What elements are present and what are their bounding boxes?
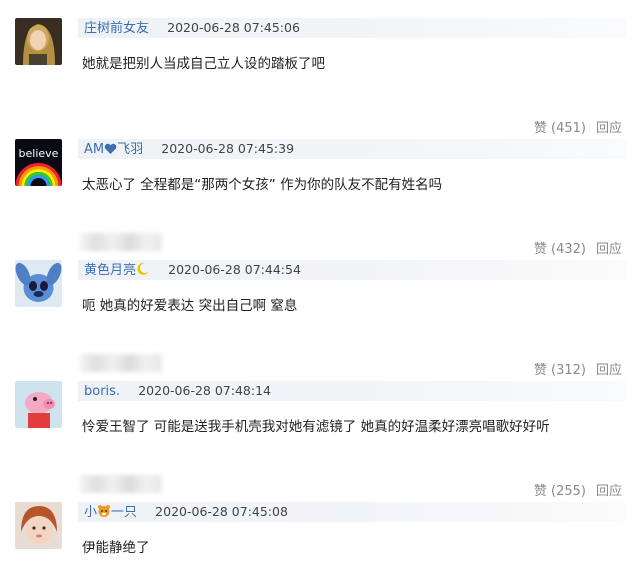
- comment-text: 她就是把别人当成自己立人设的踏板了吧: [82, 56, 325, 72]
- blurred-area: [80, 233, 162, 251]
- comment-actions: 赞 (432) 回应: [534, 238, 622, 257]
- username-text: 黄色月亮: [84, 263, 137, 278]
- like-button[interactable]: 赞 (312): [534, 363, 586, 378]
- username-prefix: 小: [84, 505, 98, 520]
- reply-button[interactable]: 回应: [596, 242, 622, 257]
- user-avatar-icon: believe: [15, 139, 62, 186]
- heart-icon: [104, 142, 117, 162]
- comment-item: boris. 2020-06-28 07:48:14 怜爱王智了 可能是送我手机…: [0, 381, 640, 502]
- comment-item: 庄树前女友 2020-06-28 07:45:06 她就是把别人当成自己立人设的…: [0, 18, 640, 139]
- comment-meta: 黄色月亮 2020-06-28 07:44:54: [78, 260, 626, 280]
- timestamp: 2020-06-28 07:45:06: [167, 20, 300, 35]
- username-link[interactable]: 黄色月亮: [84, 262, 150, 278]
- user-avatar-icon: [15, 260, 62, 307]
- comment-meta: 庄树前女友 2020-06-28 07:45:06: [78, 18, 626, 38]
- user-avatar-icon: [15, 18, 62, 65]
- avatar[interactable]: [15, 18, 62, 65]
- comment-meta: boris. 2020-06-28 07:48:14: [78, 381, 626, 401]
- blurred-area: [80, 475, 162, 493]
- username-link[interactable]: 庄树前女友: [84, 21, 149, 36]
- comment-text: 太恶心了 全程都是“那两个女孩” 作为你的队友不配有姓名吗: [82, 177, 443, 193]
- like-button[interactable]: 赞 (255): [534, 484, 586, 499]
- avatar-text: believe: [19, 147, 59, 160]
- username-link[interactable]: 小一只: [84, 505, 137, 520]
- user-avatar-icon: [15, 381, 62, 428]
- reply-button[interactable]: 回应: [596, 484, 622, 499]
- comment-meta: 小一只 2020-06-28 07:45:08: [78, 502, 626, 522]
- timestamp: 2020-06-28 07:48:14: [138, 383, 271, 398]
- comment-item: 小一只 2020-06-28 07:45:08 伊能静绝了: [0, 502, 640, 585]
- comment-item: 黄色月亮 2020-06-28 07:44:54 呃 她真的好爱表达 突出自己啊…: [0, 260, 640, 381]
- user-avatar-icon: [15, 502, 62, 549]
- like-button[interactable]: 赞 (451): [534, 121, 586, 136]
- comment-actions: 赞 (451) 回应: [534, 117, 622, 136]
- timestamp: 2020-06-28 07:45:39: [161, 141, 295, 156]
- username-suffix: 一只: [111, 505, 138, 520]
- like-button[interactable]: 赞 (432): [534, 242, 586, 257]
- avatar[interactable]: believe: [15, 139, 62, 186]
- timestamp: 2020-06-28 07:45:08: [155, 504, 288, 519]
- reply-button[interactable]: 回应: [596, 121, 622, 136]
- username-prefix: AM: [84, 142, 105, 157]
- comment-text: 伊能静绝了: [82, 540, 150, 556]
- comment-actions: 赞 (312) 回应: [534, 359, 622, 378]
- avatar[interactable]: [15, 260, 62, 307]
- tiger-emoji-icon: [97, 504, 111, 525]
- blurred-area: [80, 354, 162, 372]
- username-link[interactable]: AM 飞羽: [84, 142, 143, 157]
- comment-text: 呃 她真的好爱表达 突出自己啊 窒息: [82, 298, 298, 314]
- crescent-moon-icon: [136, 262, 150, 283]
- comment-actions: 赞 (255) 回应: [534, 480, 622, 499]
- avatar[interactable]: [15, 502, 62, 549]
- username-link[interactable]: boris.: [84, 384, 120, 399]
- timestamp: 2020-06-28 07:44:54: [168, 262, 301, 277]
- comment-meta: AM 飞羽 2020-06-28 07:45:39: [78, 139, 626, 159]
- reply-button[interactable]: 回应: [596, 363, 622, 378]
- avatar[interactable]: [15, 381, 62, 428]
- username-suffix: 飞羽: [117, 142, 144, 157]
- comment-item: believe AM 飞羽 2020-06-28 07:45:39 太恶心了 全程…: [0, 139, 640, 260]
- comment-text: 怜爱王智了 可能是送我手机壳我对她有滤镜了 她真的好温柔好漂亮唱歌好好听: [82, 419, 550, 435]
